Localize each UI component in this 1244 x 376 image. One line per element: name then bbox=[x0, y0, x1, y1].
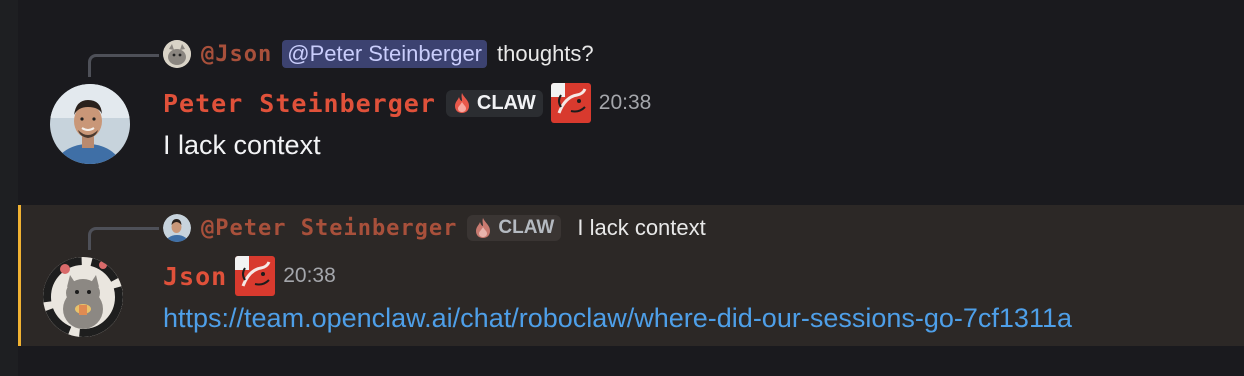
lobster-icon[interactable] bbox=[235, 256, 276, 296]
server-tag-badge[interactable]: CLAW bbox=[467, 215, 562, 241]
lobster-icon[interactable] bbox=[550, 83, 591, 123]
reply-author-name[interactable]: @Json bbox=[201, 42, 272, 67]
message-header: Json 20:38 bbox=[163, 256, 336, 296]
reply-author-name[interactable]: @Peter Steinberger bbox=[201, 216, 457, 241]
fire-icon bbox=[451, 92, 473, 114]
timestamp[interactable]: 20:38 bbox=[283, 264, 336, 288]
server-tag-badge[interactable]: CLAW bbox=[445, 89, 543, 117]
message-peter-steinberger[interactable]: @Json @Peter Steinberger thoughts? Peter… bbox=[18, 30, 1244, 190]
avatar[interactable] bbox=[50, 84, 130, 164]
reply-connector bbox=[88, 227, 159, 250]
reply-connector bbox=[88, 54, 159, 77]
message-content: https://team.openclaw.ai/chat/roboclaw/w… bbox=[163, 303, 1072, 334]
reply-preview[interactable]: @Json @Peter Steinberger thoughts? bbox=[163, 38, 594, 70]
chat-view: @Json @Peter Steinberger thoughts? Peter… bbox=[0, 0, 1244, 376]
avatar[interactable] bbox=[43, 257, 123, 337]
reply-preview[interactable]: @Peter Steinberger CLAW I lack context bbox=[163, 212, 706, 244]
message-link[interactable]: https://team.openclaw.ai/chat/roboclaw/w… bbox=[163, 303, 1072, 333]
fire-icon bbox=[472, 217, 494, 239]
message-header: Peter Steinberger CLAW 20:38 bbox=[163, 83, 652, 123]
reply-avatar[interactable] bbox=[163, 214, 191, 242]
reply-text[interactable]: I lack context bbox=[577, 215, 705, 241]
channel-edge bbox=[0, 0, 18, 376]
timestamp[interactable]: 20:38 bbox=[599, 91, 652, 115]
message-content: I lack context bbox=[163, 130, 321, 160]
message-json[interactable]: @Peter Steinberger CLAW I lack context J… bbox=[18, 205, 1244, 346]
mention-chip[interactable]: @Peter Steinberger bbox=[282, 40, 488, 68]
reply-text[interactable]: thoughts? bbox=[497, 41, 594, 67]
author-name[interactable]: Json bbox=[163, 262, 227, 291]
reply-avatar[interactable] bbox=[163, 40, 191, 68]
server-tag-label: CLAW bbox=[498, 217, 555, 238]
server-tag-label: CLAW bbox=[476, 91, 536, 114]
author-name[interactable]: Peter Steinberger bbox=[163, 89, 436, 118]
